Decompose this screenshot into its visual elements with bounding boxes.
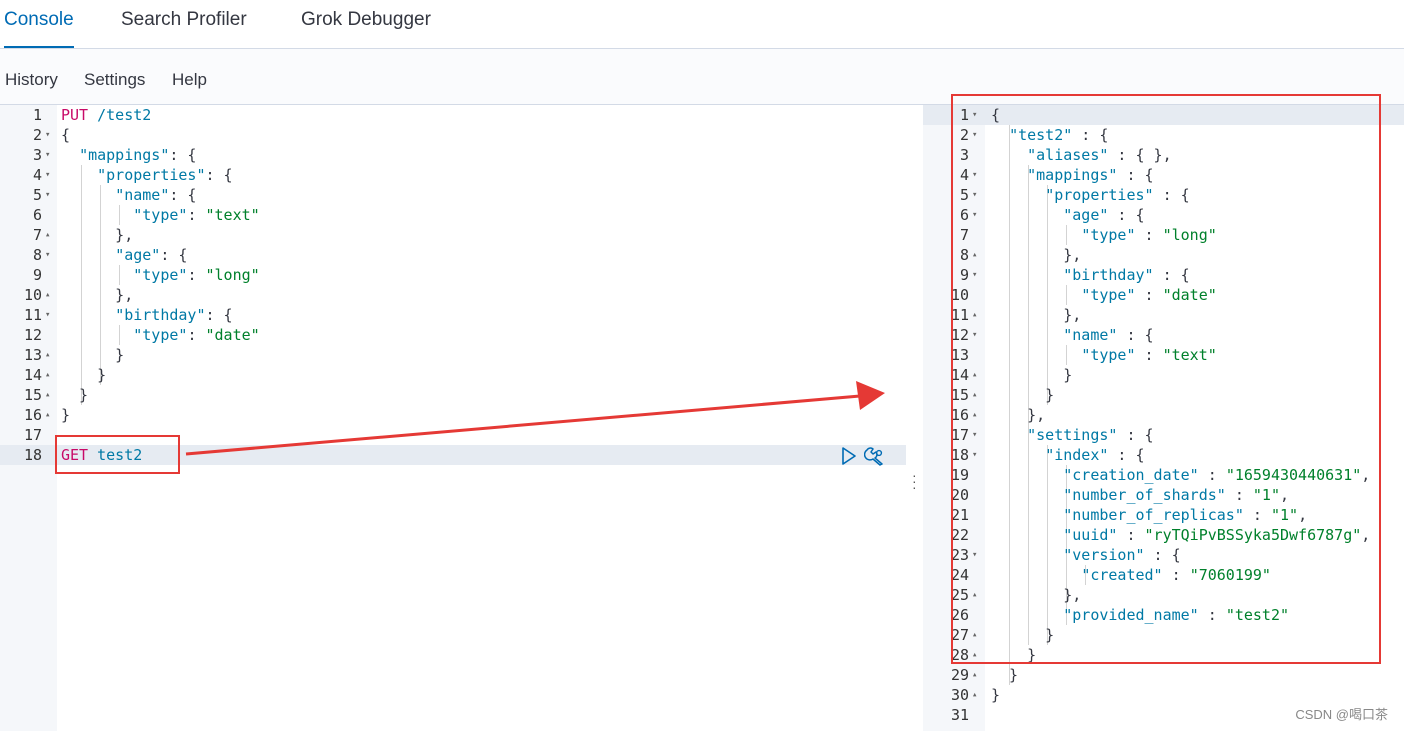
annotation-arrow (185, 381, 885, 456)
watermark: CSDN @喝口茶 (1295, 707, 1388, 722)
